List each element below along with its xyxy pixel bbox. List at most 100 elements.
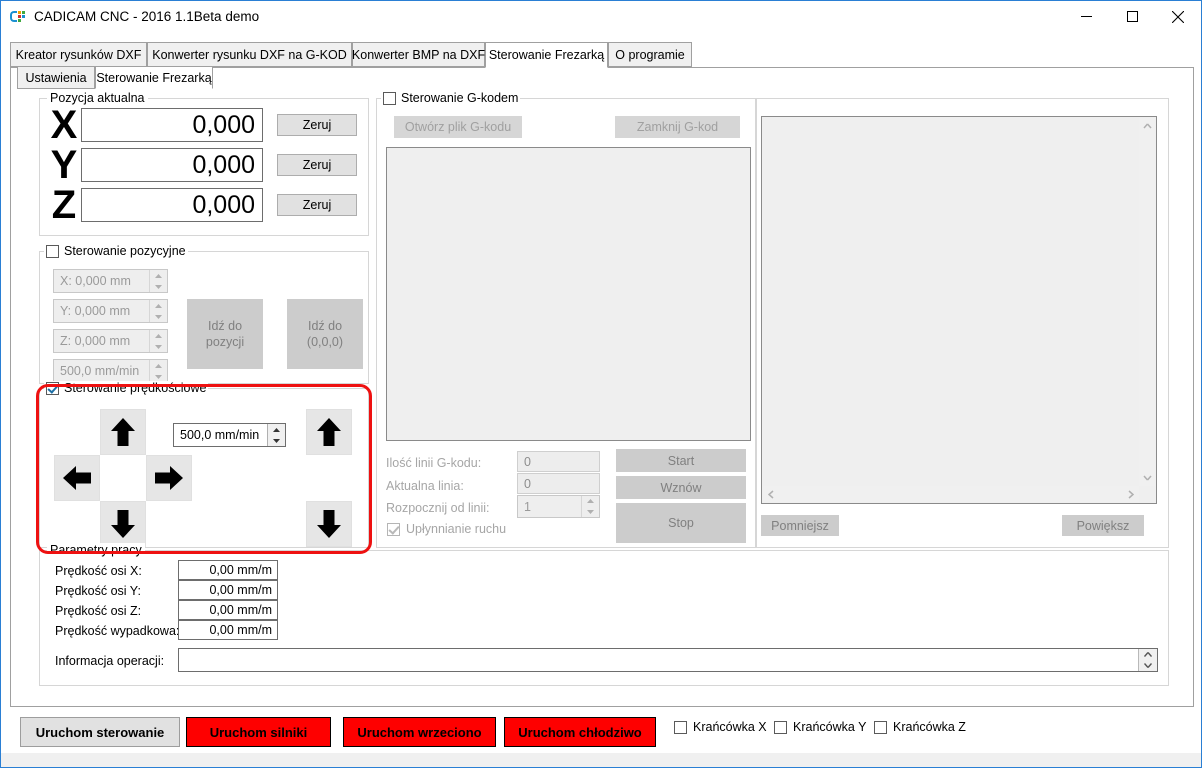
limit-switch-x-row[interactable]: Krańcówka X [674, 720, 767, 734]
speed-control-title: Sterowanie prędkościowe [64, 381, 207, 395]
arrow-down-icon [317, 510, 341, 538]
preview-vertical-scrollbar[interactable] [1139, 118, 1155, 486]
jog-y-minus-button[interactable] [100, 501, 146, 547]
spinner-up-icon[interactable] [582, 496, 599, 507]
goto-zero-line2: (0,0,0) [306, 335, 344, 349]
smoothing-label: Upłynnianie ruchu [406, 522, 507, 536]
start-coolant-button[interactable]: Uruchom chłodziwo [504, 717, 656, 747]
open-gcode-button[interactable]: Otwórz plik G-kodu [394, 116, 522, 138]
axis-value-x: 0,000 [81, 108, 263, 142]
target-feedrate-spinner[interactable]: 500,0 mm/min [53, 359, 168, 383]
scroll-left-icon[interactable] [763, 486, 779, 502]
scroll-right-icon[interactable] [1123, 486, 1139, 502]
limit-switch-x-checkbox[interactable] [674, 720, 687, 734]
start-motors-button[interactable]: Uruchom silniki [186, 717, 331, 747]
limit-switch-z-checkbox[interactable] [874, 720, 887, 734]
tab-o-programie[interactable]: O programie [608, 42, 692, 67]
scroll-up-icon[interactable] [1139, 118, 1155, 134]
target-x-arrows[interactable] [149, 270, 167, 292]
spinner-down-icon[interactable] [150, 281, 167, 292]
gcode-control-header[interactable]: Sterowanie G-kodem [381, 91, 521, 105]
speed-control-checkbox[interactable] [46, 381, 59, 395]
tab-kreator-dxf[interactable]: Kreator rysunków DXF [10, 42, 147, 67]
tab-ustawienia[interactable]: Ustawienia [17, 66, 95, 89]
target-y-arrows[interactable] [149, 300, 167, 322]
gcode-start-from-value: 1 [524, 499, 531, 514]
spinner-down-icon[interactable] [150, 311, 167, 322]
tab-sterowanie-frezarka-inner[interactable]: Sterowanie Frezarką [95, 66, 213, 89]
axis-row-x: X 0,000 Zeruj [47, 105, 357, 145]
positional-control-title: Sterowanie pozycyjne [64, 244, 186, 258]
target-z-spinner[interactable]: Z: 0,000 mm [53, 329, 168, 353]
speed-x-value: 0,00 mm/m [178, 560, 278, 580]
jog-feedrate-spinner[interactable]: 500,0 mm/min [173, 423, 286, 447]
limit-switch-z-label: Krańcówka Z [893, 720, 966, 734]
resume-button[interactable]: Wznów [616, 476, 746, 499]
positional-control-header[interactable]: Sterowanie pozycyjne [44, 244, 188, 258]
spinner-up-icon[interactable] [268, 424, 285, 435]
goto-zero-line1: Idź do [307, 319, 343, 333]
jog-z-plus-button[interactable] [306, 409, 352, 455]
target-z-arrows[interactable] [149, 330, 167, 352]
zero-x-button[interactable]: Zeruj [277, 114, 357, 136]
operation-info-scroll[interactable] [1138, 649, 1157, 671]
preview-canvas-frame[interactable] [761, 116, 1157, 504]
zero-y-button[interactable]: Zeruj [277, 154, 357, 176]
goto-zero-button[interactable]: Idź do (0,0,0) [287, 299, 363, 369]
zero-z-button[interactable]: Zeruj [277, 194, 357, 216]
start-spindle-button[interactable]: Uruchom wrzeciono [343, 717, 496, 747]
limit-switch-y-row[interactable]: Krańcówka Y [774, 720, 866, 734]
jog-x-minus-button[interactable] [54, 455, 100, 501]
axis-value-y: 0,000 [81, 148, 263, 182]
jog-z-minus-button[interactable] [306, 501, 352, 547]
operation-info-value[interactable] [179, 649, 1138, 671]
start-control-button[interactable]: Uruchom sterowanie [20, 717, 180, 747]
tab-sterowanie-frezarka[interactable]: Sterowanie Frezarką [485, 42, 608, 68]
scroll-down-icon[interactable] [1139, 660, 1157, 671]
start-button[interactable]: Start [616, 449, 746, 472]
app-logo-icon [10, 9, 26, 25]
zoom-out-button[interactable]: Pomniejsz [761, 515, 839, 536]
smoothing-checkbox-row[interactable]: Upłynnianie ruchu [387, 522, 506, 536]
goto-position-button[interactable]: Idź do pozycji [187, 299, 263, 369]
minimize-icon[interactable] [1063, 1, 1109, 32]
tab-konwerter-bmp-dxf[interactable]: Konwerter BMP na DXF [352, 42, 485, 67]
preview-horizontal-scrollbar[interactable] [763, 486, 1139, 502]
target-y-spinner[interactable]: Y: 0,000 mm [53, 299, 168, 323]
target-feedrate-arrows[interactable] [149, 360, 167, 382]
stop-button[interactable]: Stop [616, 503, 746, 543]
gcode-control-checkbox[interactable] [383, 91, 396, 105]
target-x-spinner[interactable]: X: 0,000 mm [53, 269, 168, 293]
tab-konwerter-dxf-gkod[interactable]: Konwerter rysunku DXF na G-KOD [147, 42, 352, 67]
axis-label-y: Y [50, 143, 78, 187]
arrow-up-icon [317, 418, 341, 446]
target-x-value: X: 0,000 mm [60, 274, 131, 288]
gcode-start-from-arrows[interactable] [581, 496, 599, 517]
speed-control-header[interactable]: Sterowanie prędkościowe [44, 381, 209, 395]
operation-info-field[interactable] [178, 648, 1158, 672]
axis-label-z: Z [51, 183, 77, 227]
limit-switch-z-row[interactable]: Krańcówka Z [874, 720, 966, 734]
spinner-up-icon[interactable] [150, 360, 167, 371]
spinner-up-icon[interactable] [150, 300, 167, 311]
smoothing-checkbox[interactable] [387, 522, 400, 536]
spinner-up-icon[interactable] [150, 330, 167, 341]
jog-y-plus-button[interactable] [100, 409, 146, 455]
maximize-icon[interactable] [1109, 1, 1155, 32]
limit-switch-y-checkbox[interactable] [774, 720, 787, 734]
zoom-in-button[interactable]: Powiększ [1062, 515, 1144, 536]
close-icon[interactable] [1155, 1, 1201, 32]
spinner-down-icon[interactable] [150, 341, 167, 352]
scroll-down-icon[interactable] [1139, 470, 1155, 486]
jog-x-plus-button[interactable] [146, 455, 192, 501]
gcode-editor[interactable] [386, 147, 751, 441]
close-gcode-button[interactable]: Zamknij G-kod [615, 116, 740, 138]
spinner-down-icon[interactable] [582, 507, 599, 518]
jog-feedrate-arrows[interactable] [267, 424, 285, 446]
spinner-down-icon[interactable] [268, 435, 285, 446]
goto-position-line1: Idź do [207, 319, 243, 333]
gcode-start-from-spinner[interactable]: 1 [517, 495, 600, 518]
positional-control-checkbox[interactable] [46, 244, 59, 258]
spinner-up-icon[interactable] [150, 270, 167, 281]
scroll-up-icon[interactable] [1139, 649, 1157, 660]
